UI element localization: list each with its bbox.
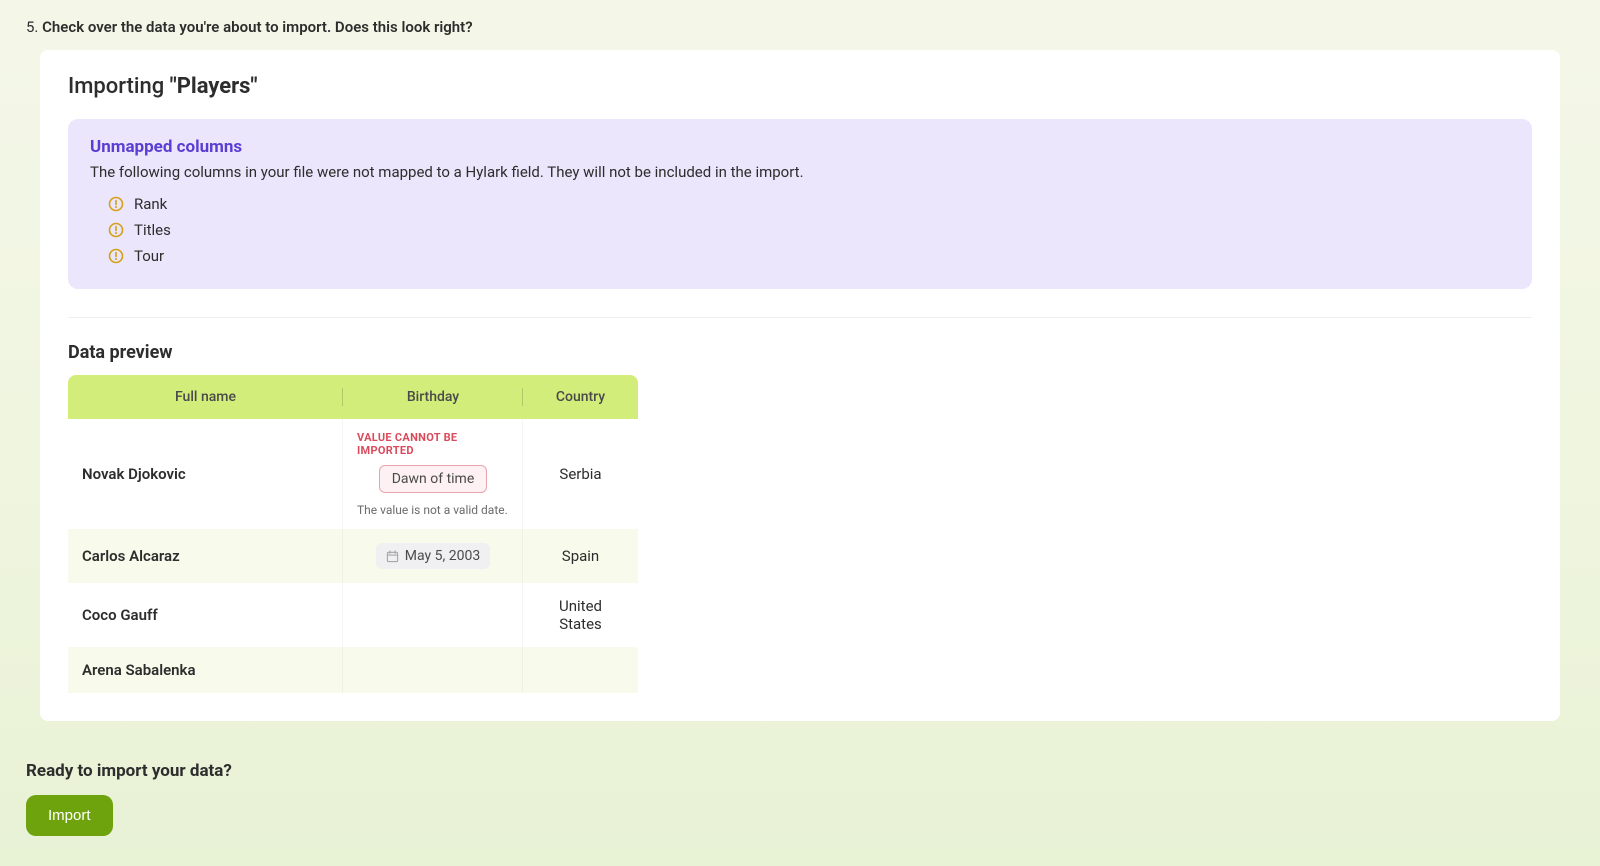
date-value: May 5, 2003 — [405, 548, 480, 564]
import-button[interactable]: Import — [26, 795, 113, 836]
cell-birthday: May 5, 2003 — [343, 529, 523, 583]
warning-icon — [108, 196, 124, 212]
step-header: 5. Check over the data you're about to i… — [0, 0, 1600, 50]
importing-title: Importing "Players" — [68, 74, 1532, 99]
unmapped-item-label: Tour — [134, 247, 164, 265]
alert-description: The following columns in your file were … — [90, 163, 1510, 181]
error-value-chip: Dawn of time — [379, 465, 488, 493]
warning-icon — [108, 222, 124, 238]
unmapped-item: Rank — [108, 191, 1510, 217]
cell-birthday-error: VALUE CANNOT BE IMPORTED Dawn of time Th… — [343, 419, 523, 529]
table-row: Arena Sabalenka — [68, 647, 638, 693]
data-preview-table: Full name Birthday Country Novak Djokovi… — [68, 375, 638, 693]
step-text: Check over the data you're about to impo… — [42, 18, 472, 36]
footer-prompt: Ready to import your data? — [26, 761, 1574, 781]
importing-name: "Players" — [170, 74, 258, 99]
error-label: VALUE CANNOT BE IMPORTED — [357, 431, 509, 457]
import-card: Importing "Players" Unmapped columns The… — [40, 50, 1560, 721]
step-number: 5. — [26, 18, 38, 36]
calendar-icon — [386, 550, 399, 563]
cell-birthday — [343, 647, 523, 693]
unmapped-item: Titles — [108, 217, 1510, 243]
column-header-country: Country — [523, 375, 638, 419]
cell-country: Spain — [523, 529, 638, 583]
data-preview-title: Data preview — [68, 342, 1532, 363]
unmapped-item-label: Titles — [134, 221, 171, 239]
cell-fullname: Coco Gauff — [68, 583, 343, 647]
table-header-row: Full name Birthday Country — [68, 375, 638, 419]
unmapped-item-label: Rank — [134, 195, 167, 213]
divider — [68, 317, 1532, 318]
cell-country: Serbia — [523, 419, 638, 529]
importing-prefix: Importing — [68, 74, 170, 99]
table-row: Coco Gauff United States — [68, 583, 638, 647]
cell-birthday — [343, 583, 523, 647]
unmapped-list: Rank Titles Tour — [90, 191, 1510, 269]
unmapped-item: Tour — [108, 243, 1510, 269]
footer-section: Ready to import your data? Import — [0, 721, 1600, 866]
cell-fullname: Arena Sabalenka — [68, 647, 343, 693]
cell-fullname: Novak Djokovic — [68, 419, 343, 529]
cell-country — [523, 647, 638, 693]
cell-country: United States — [523, 583, 638, 647]
alert-title: Unmapped columns — [90, 137, 1510, 157]
column-header-fullname: Full name — [68, 375, 343, 419]
date-chip: May 5, 2003 — [376, 543, 490, 569]
warning-icon — [108, 248, 124, 264]
table-row: Carlos Alcaraz May 5, 2003 Spain — [68, 529, 638, 583]
cell-fullname: Carlos Alcaraz — [68, 529, 343, 583]
unmapped-columns-alert: Unmapped columns The following columns i… — [68, 119, 1532, 289]
error-hint: The value is not a valid date. — [357, 503, 509, 517]
column-header-birthday: Birthday — [343, 375, 523, 419]
table-row: Novak Djokovic VALUE CANNOT BE IMPORTED … — [68, 419, 638, 529]
